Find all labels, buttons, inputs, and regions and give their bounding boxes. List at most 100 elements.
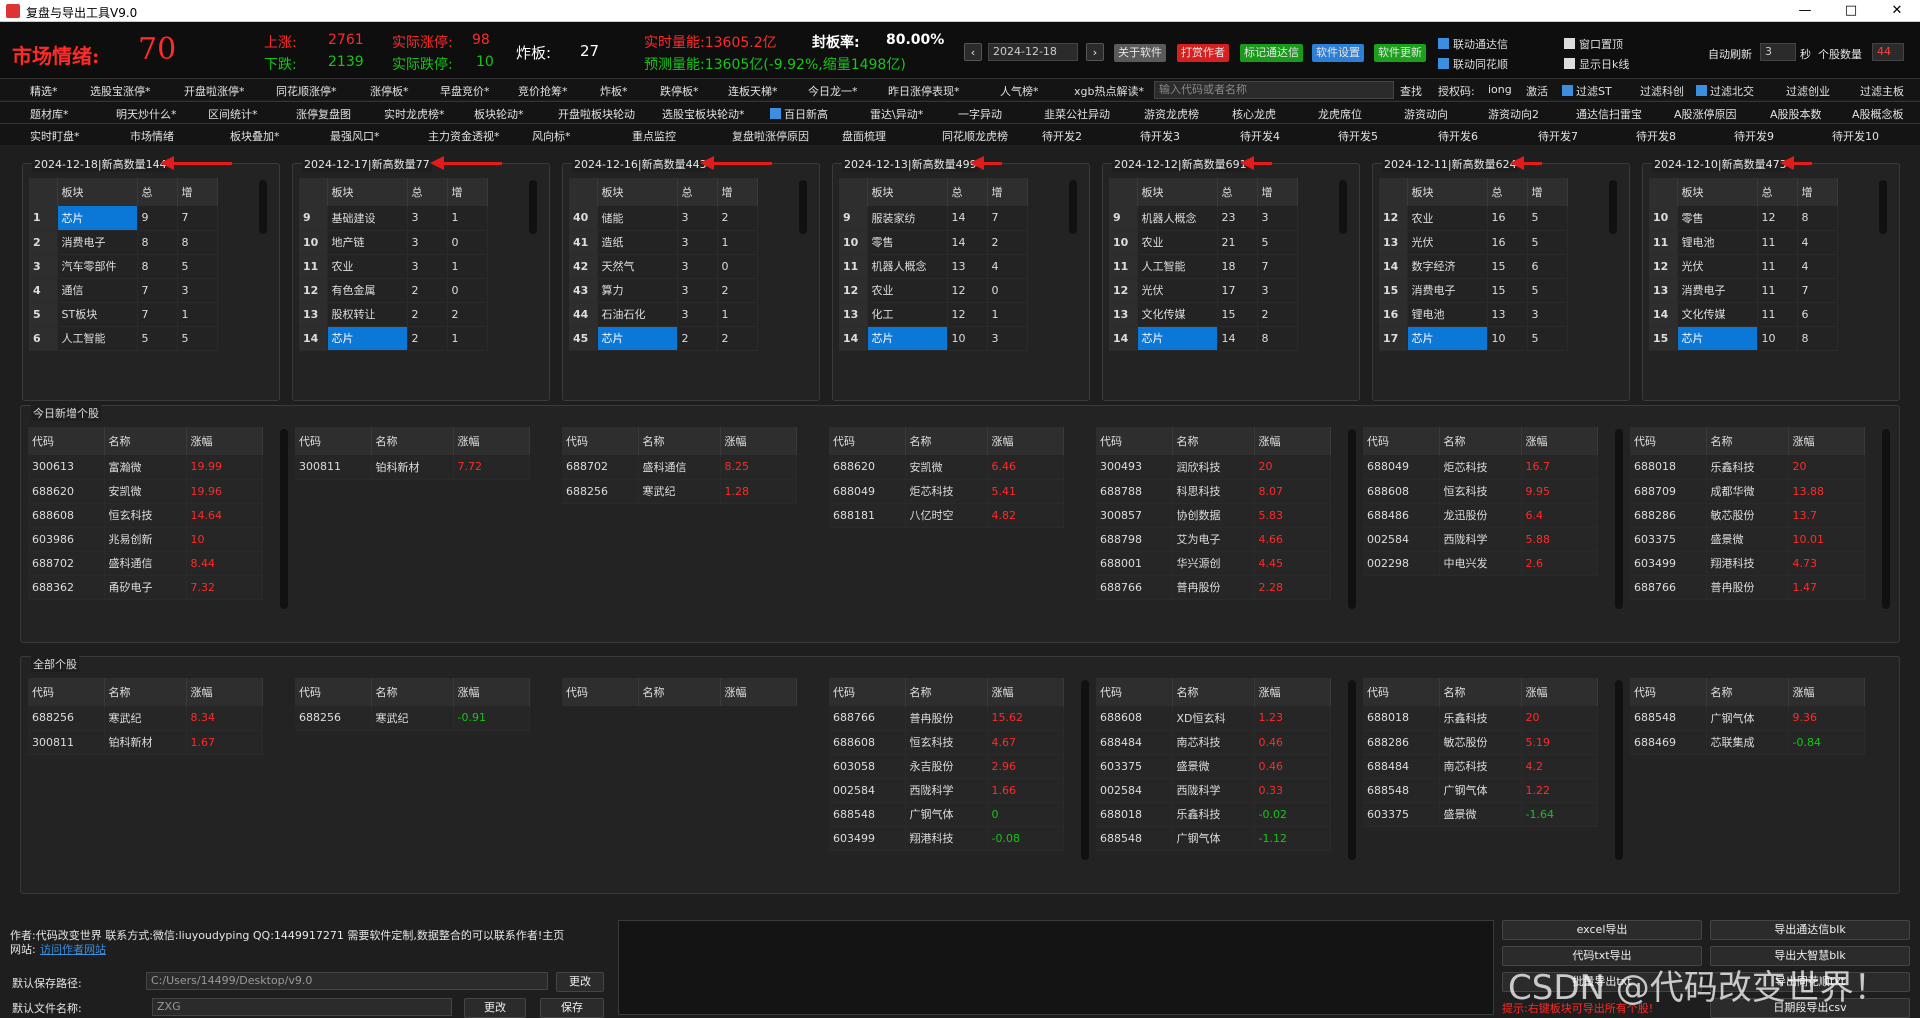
column-header[interactable]: 涨幅 <box>453 427 530 455</box>
column-header[interactable]: 增 <box>447 178 488 206</box>
table-row[interactable]: 688548 广钢气体 9.36 <box>1630 706 1865 731</box>
table-row[interactable]: 688702 盛科通信 8.44 <box>28 551 263 576</box>
table-row[interactable]: 14 芯片 14 8 <box>1109 326 1298 351</box>
date-picker[interactable]: 2024-12-18 <box>988 43 1078 61</box>
table-row[interactable]: 688018 乐鑫科技 20 <box>1363 706 1598 731</box>
nav-item[interactable]: 板块叠加* <box>230 128 280 144</box>
table-row[interactable]: 688548 广钢气体 1.22 <box>1363 778 1598 803</box>
link-tdx-checkbox[interactable]: 联动通达信 <box>1438 36 1508 52</box>
table-row[interactable]: 603058 永吉股份 2.96 <box>829 754 1064 779</box>
minimize-button[interactable]: — <box>1782 0 1828 22</box>
column-header[interactable]: 涨幅 <box>186 427 263 455</box>
nav-item[interactable]: 实时龙虎榜* <box>384 106 445 122</box>
nav-item[interactable]: A股股本数 <box>1770 106 1822 122</box>
export-tdx-blk-button[interactable]: 导出通达信blk <box>1710 920 1910 940</box>
table-row[interactable]: 12 光伏 17 3 <box>1109 278 1298 303</box>
nav-item[interactable]: 重点监控 <box>632 128 676 144</box>
refresh-seconds-input[interactable]: 3 <box>1760 43 1796 61</box>
nav-item[interactable]: 涨停复盘图 <box>296 106 351 122</box>
table-row[interactable]: 41 造纸 3 1 <box>569 230 758 255</box>
nav-item[interactable]: 昨日涨停表现* <box>888 83 960 99</box>
table-row[interactable]: 688256 寒武纪 8.34 <box>28 706 263 731</box>
column-header[interactable]: 总 <box>1487 178 1528 206</box>
nav-item[interactable]: 待开发5 <box>1338 128 1378 144</box>
table-row[interactable]: 688286 敏芯股份 5.19 <box>1363 730 1598 755</box>
window-top-checkbox[interactable]: 窗口置顶 <box>1564 36 1623 52</box>
file-name-input[interactable]: ZXG <box>152 998 452 1016</box>
table-row[interactable]: 4 通信 7 3 <box>29 278 218 303</box>
table-row[interactable]: 42 天然气 3 0 <box>569 254 758 279</box>
nav-item[interactable]: 精选* <box>30 83 58 99</box>
table-row[interactable]: 9 服装家纺 14 7 <box>839 206 1028 231</box>
table-row[interactable]: 300857 协创数据 5.83 <box>1096 503 1331 528</box>
table-row[interactable]: 43 算力 3 2 <box>569 278 758 303</box>
filter-checkbox[interactable]: 过滤北交 <box>1696 83 1754 99</box>
filter-checkbox[interactable]: 过滤创业 <box>1786 83 1830 99</box>
nav-item[interactable]: 待开发9 <box>1734 128 1774 144</box>
nav-item[interactable]: 待开发2 <box>1042 128 1082 144</box>
table-row[interactable]: 002298 中电兴发 2.6 <box>1363 551 1598 576</box>
table-row[interactable]: 13 文化传媒 15 2 <box>1109 302 1298 327</box>
table-row[interactable]: 603375 盛景微 10.01 <box>1630 527 1865 552</box>
nav-item[interactable]: 一字异动 <box>958 106 1002 122</box>
filter-checkbox[interactable]: 过滤科创 <box>1640 83 1684 99</box>
column-header[interactable]: 总 <box>1757 178 1798 206</box>
table-row[interactable]: 688049 炬芯科技 16.7 <box>1363 455 1598 480</box>
table-row[interactable]: 688702 盛科通信 8.25 <box>562 455 797 480</box>
column-header[interactable]: 涨幅 <box>720 678 797 706</box>
table-row[interactable]: 688548 广钢气体 -1.12 <box>1096 826 1331 851</box>
prev-date-button[interactable]: ‹ <box>964 43 982 61</box>
nav-item[interactable]: 待开发6 <box>1438 128 1478 144</box>
nav-item[interactable]: 龙虎席位 <box>1318 106 1362 122</box>
vertical-scrollbar[interactable] <box>259 180 267 234</box>
nav-item[interactable]: 最强风口* <box>330 128 380 144</box>
vertical-scrollbar[interactable] <box>1069 180 1077 234</box>
table-row[interactable]: 12 有色金属 2 0 <box>299 278 488 303</box>
change-name-button[interactable]: 更改 <box>464 998 526 1018</box>
table-row[interactable]: 688181 八亿时空 4.82 <box>829 503 1064 528</box>
column-header[interactable]: 代码 <box>1630 678 1707 706</box>
filter-checkbox[interactable]: 过滤主板 <box>1860 83 1904 99</box>
auth-code-input[interactable]: iong <box>1488 83 1512 96</box>
column-header[interactable]: 代码 <box>1363 678 1440 706</box>
table-row[interactable]: 10 农业 21 5 <box>1109 230 1298 255</box>
column-header[interactable]: 增 <box>177 178 218 206</box>
table-row[interactable]: 688620 安凯微 6.46 <box>829 455 1064 480</box>
table-row[interactable]: 15 消费电子 15 5 <box>1379 278 1568 303</box>
column-header[interactable]: 总 <box>1217 178 1258 206</box>
table-row[interactable]: 11 农业 3 1 <box>299 254 488 279</box>
table-row[interactable]: 15 芯片 10 8 <box>1649 326 1838 351</box>
nav-item[interactable]: 明天炒什么* <box>116 106 177 122</box>
column-header[interactable]: 涨幅 <box>1254 427 1331 455</box>
table-row[interactable]: 13 光伏 16 5 <box>1379 230 1568 255</box>
search-button[interactable]: 查找 <box>1400 83 1422 99</box>
column-header[interactable]: 板块 <box>597 178 678 206</box>
nav-item[interactable]: 题材库* <box>30 106 69 122</box>
column-header[interactable]: 代码 <box>295 678 372 706</box>
vertical-scrollbar[interactable] <box>1882 429 1890 609</box>
table-row[interactable]: 10 地产链 3 0 <box>299 230 488 255</box>
table-row[interactable]: 10 零售 12 8 <box>1649 206 1838 231</box>
table-row[interactable]: 11 机器人概念 13 4 <box>839 254 1028 279</box>
column-header[interactable]: 代码 <box>295 427 372 455</box>
table-row[interactable]: 688709 成都华微 13.88 <box>1630 479 1865 504</box>
table-row[interactable]: 688608 恒玄科技 14.64 <box>28 503 263 528</box>
table-row[interactable]: 300811 铂科新材 7.72 <box>295 455 530 480</box>
column-header[interactable]: 增 <box>987 178 1028 206</box>
column-header[interactable]: 代码 <box>1363 427 1440 455</box>
table-row[interactable]: 688608 XD恒玄科 1.23 <box>1096 706 1331 731</box>
table-row[interactable]: 688766 普冉股份 1.47 <box>1630 575 1865 600</box>
table-row[interactable]: 688608 恒玄科技 4.67 <box>829 730 1064 755</box>
table-row[interactable]: 688256 寒武纪 1.28 <box>562 479 797 504</box>
column-header[interactable]: 板块 <box>57 178 138 206</box>
nav-item[interactable]: 百日新高 <box>770 106 828 122</box>
column-header[interactable]: 增 <box>1527 178 1568 206</box>
vertical-scrollbar[interactable] <box>1348 429 1356 609</box>
table-row[interactable]: 688001 华兴源创 4.45 <box>1096 551 1331 576</box>
table-row[interactable]: 002584 西陇科学 5.88 <box>1363 527 1598 552</box>
column-header[interactable]: 总 <box>677 178 718 206</box>
column-header[interactable]: 板块 <box>1407 178 1488 206</box>
author-website-link[interactable]: 访问作者网站 <box>40 941 106 957</box>
save-button[interactable]: 保存 <box>540 998 604 1018</box>
vertical-scrollbar[interactable] <box>280 429 288 609</box>
